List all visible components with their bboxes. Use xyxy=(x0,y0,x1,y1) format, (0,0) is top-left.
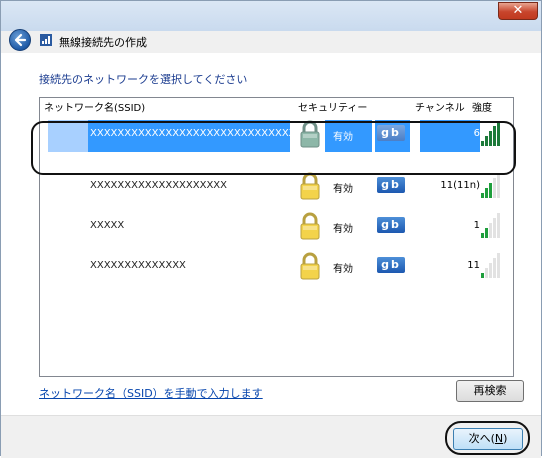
manual-entry-link[interactable]: ネットワーク名（SSID）を手動で入力します xyxy=(39,385,263,401)
next-button-suffix: ) xyxy=(503,432,508,445)
network-channel: 11(11n) xyxy=(440,180,480,191)
signal-strength-icon xyxy=(481,253,500,278)
back-arrow-icon xyxy=(14,33,27,47)
next-button-label: 次へ( xyxy=(468,432,495,445)
instruction-text: 接続先のネットワークを選択してください xyxy=(39,73,248,86)
network-row[interactable]: XXXXXXXXXXXXXXXXXXXX 有効 gb 11(11n) xyxy=(40,168,513,206)
lock-icon xyxy=(300,252,320,280)
lock-icon xyxy=(300,172,320,200)
signal-strength-icon xyxy=(481,173,500,198)
dialog-title: 無線接続先の作成 xyxy=(59,36,147,49)
lock-icon xyxy=(300,212,320,240)
column-header-ssid[interactable]: ネットワーク名(SSID) xyxy=(44,99,145,114)
close-button[interactable]: ✕ xyxy=(498,2,538,20)
close-icon: ✕ xyxy=(512,3,524,18)
next-button-key: N xyxy=(494,432,504,445)
wireless-network-icon xyxy=(40,34,52,46)
network-ssid: XXXXX xyxy=(90,220,125,231)
gb-icon: gb xyxy=(377,257,405,273)
signal-strength-icon xyxy=(481,121,500,146)
network-security: 有効 xyxy=(333,184,353,195)
gb-icon: gb xyxy=(377,125,405,141)
dialog-window: ✕ 無線接続先の作成 接続先のネットワークを選択してください ネットワーク名(S… xyxy=(0,0,542,458)
network-security: 有効 xyxy=(333,132,353,143)
network-row[interactable]: XXXXX 有効 gb 1 xyxy=(40,208,513,246)
gb-icon: gb xyxy=(377,217,405,233)
network-security: 有効 xyxy=(333,264,353,275)
network-row[interactable]: XXXXXXXXXXXXXX 有効 gb 11 xyxy=(40,248,513,286)
network-list[interactable]: ネットワーク名(SSID) セキュリティー チャンネル 強度 XXXXXXXXX… xyxy=(39,97,514,377)
signal-strength-icon xyxy=(481,213,500,238)
network-channel: 6 xyxy=(473,128,480,139)
column-headers: ネットワーク名(SSID) セキュリティー チャンネル 強度 xyxy=(40,98,513,114)
next-button[interactable]: 次へ(N) xyxy=(453,428,523,450)
column-header-channel[interactable]: チャンネル xyxy=(415,99,465,114)
title-bar: ✕ xyxy=(1,1,541,31)
network-row[interactable]: XXXXXXXXXXXXXXXXXXXXXXXXXXXXXX 有効 gb 6 xyxy=(40,116,513,154)
back-button[interactable] xyxy=(9,29,31,51)
header: 無線接続先の作成 xyxy=(1,29,541,53)
network-channel: 1 xyxy=(473,220,480,231)
network-ssid: XXXXXXXXXXXXXXXXXXXXXXXXXXXXXX xyxy=(90,128,296,139)
content-area: 接続先のネットワークを選択してください ネットワーク名(SSID) セキュリティ… xyxy=(1,53,541,415)
network-ssid: XXXXXXXXXXXXXXXXXXXX xyxy=(90,180,228,191)
footer: 次へ(N) xyxy=(1,415,541,458)
network-security: 有効 xyxy=(333,224,353,235)
network-ssid: XXXXXXXXXXXXXX xyxy=(90,260,186,271)
rescan-button[interactable]: 再検索 xyxy=(456,380,524,402)
column-header-strength[interactable]: 強度 xyxy=(472,99,492,114)
lock-icon xyxy=(300,120,320,148)
network-channel: 11 xyxy=(467,260,480,271)
column-header-security[interactable]: セキュリティー xyxy=(298,99,367,114)
gb-icon: gb xyxy=(377,177,405,193)
